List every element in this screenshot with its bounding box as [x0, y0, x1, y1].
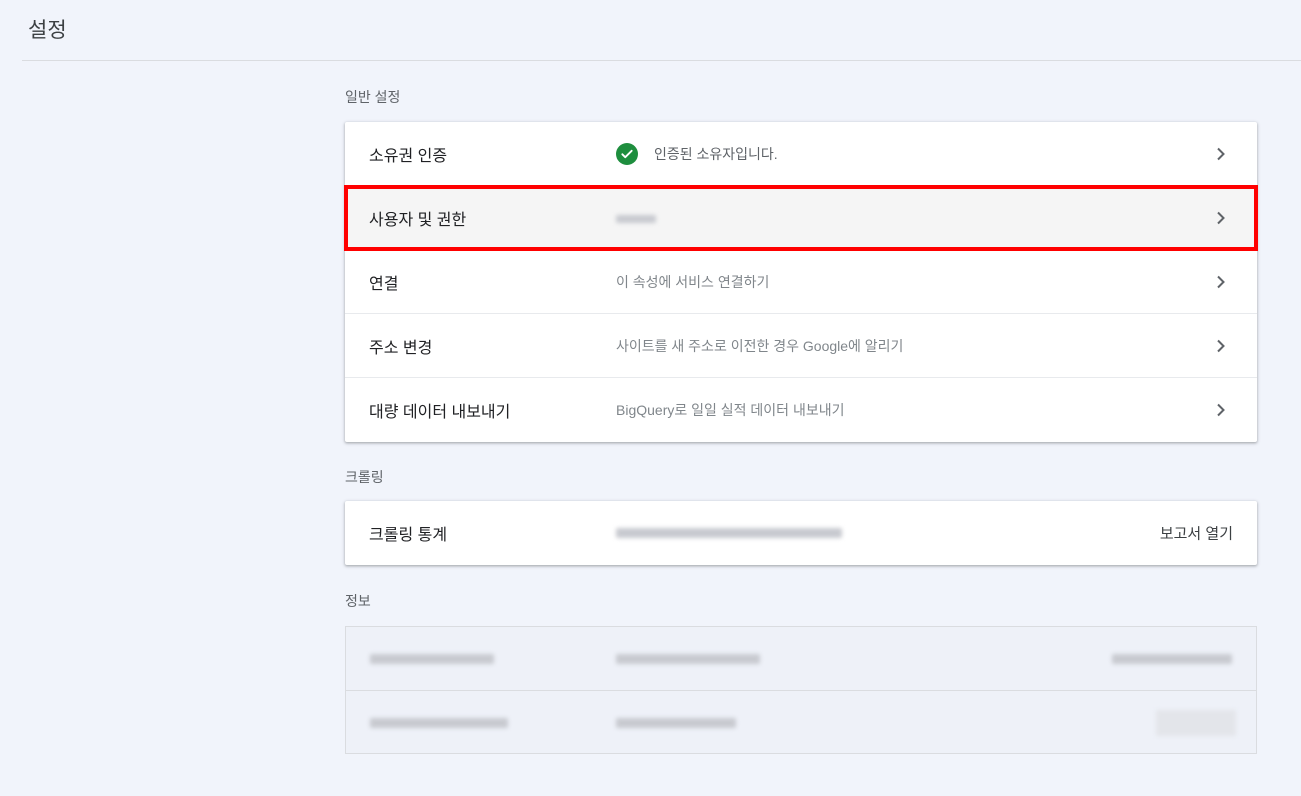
redacted-text	[616, 654, 760, 664]
row-description: 사이트를 새 주소로 이전한 경우 Google에 알리기	[616, 337, 904, 354]
ownership-verification-row[interactable]: 소유권 인증 인증된 소유자입니다.	[345, 122, 1257, 186]
redacted-text	[1112, 654, 1232, 664]
chevron-right-icon	[1213, 211, 1227, 225]
change-of-address-row[interactable]: 주소 변경 사이트를 새 주소로 이전한 경우 Google에 알리기	[345, 314, 1257, 378]
section-label-info: 정보	[345, 593, 371, 609]
page-header: 설정	[22, 0, 1301, 61]
row-title: 사용자 및 권한	[369, 211, 467, 229]
info-row	[346, 627, 1256, 691]
redacted-text	[370, 718, 508, 728]
info-row	[346, 691, 1256, 755]
redacted-text	[370, 654, 494, 664]
redacted-text	[616, 214, 656, 223]
section-label-general: 일반 설정	[345, 89, 401, 105]
redacted-text	[616, 718, 736, 728]
redacted-crawl-summary	[616, 525, 842, 541]
check-circle-icon	[616, 142, 638, 165]
row-description: 이 속성에 서비스 연결하기	[616, 273, 770, 290]
redacted-text	[616, 528, 842, 538]
users-permissions-row[interactable]: 사용자 및 권한	[344, 185, 1258, 251]
row-title: 소유권 인증	[369, 147, 448, 165]
row-title: 크롤링 통계	[369, 527, 448, 544]
chevron-right-icon	[1213, 339, 1227, 353]
section-label-crawling: 크롤링	[345, 469, 384, 485]
page-title: 설정	[28, 19, 67, 42]
row-title: 주소 변경	[369, 339, 433, 357]
open-report-link[interactable]: 보고서 열기	[1160, 523, 1233, 544]
redacted-chip	[1156, 710, 1236, 736]
chevron-right-icon	[1213, 403, 1227, 417]
bulk-data-export-row[interactable]: 대량 데이터 내보내기 BigQuery로 일일 실적 데이터 내보내기	[345, 378, 1257, 442]
verification-status: 인증된 소유자입니다.	[616, 142, 778, 165]
info-card	[345, 626, 1257, 754]
settings-page: 설정 일반 설정 소유권 인증 인증된 소유자입니다. 사용자 및 권한 연결 …	[0, 0, 1301, 796]
crawl-stats-row[interactable]: 크롤링 통계 보고서 열기	[345, 501, 1257, 565]
row-title: 대량 데이터 내보내기	[369, 404, 511, 421]
associations-row[interactable]: 연결 이 속성에 서비스 연결하기	[345, 250, 1257, 314]
general-settings-card: 소유권 인증 인증된 소유자입니다. 사용자 및 권한 연결 이 속성에 서비스	[344, 122, 1258, 442]
redacted-user-count	[616, 210, 656, 226]
row-title: 연결	[369, 275, 399, 293]
chevron-right-icon	[1213, 147, 1227, 161]
chevron-right-icon	[1213, 275, 1227, 289]
crawling-card: 크롤링 통계 보고서 열기	[345, 501, 1257, 565]
row-description: BigQuery로 일일 실적 데이터 내보내기	[616, 402, 845, 418]
status-text: 인증된 소유자입니다.	[654, 145, 778, 162]
